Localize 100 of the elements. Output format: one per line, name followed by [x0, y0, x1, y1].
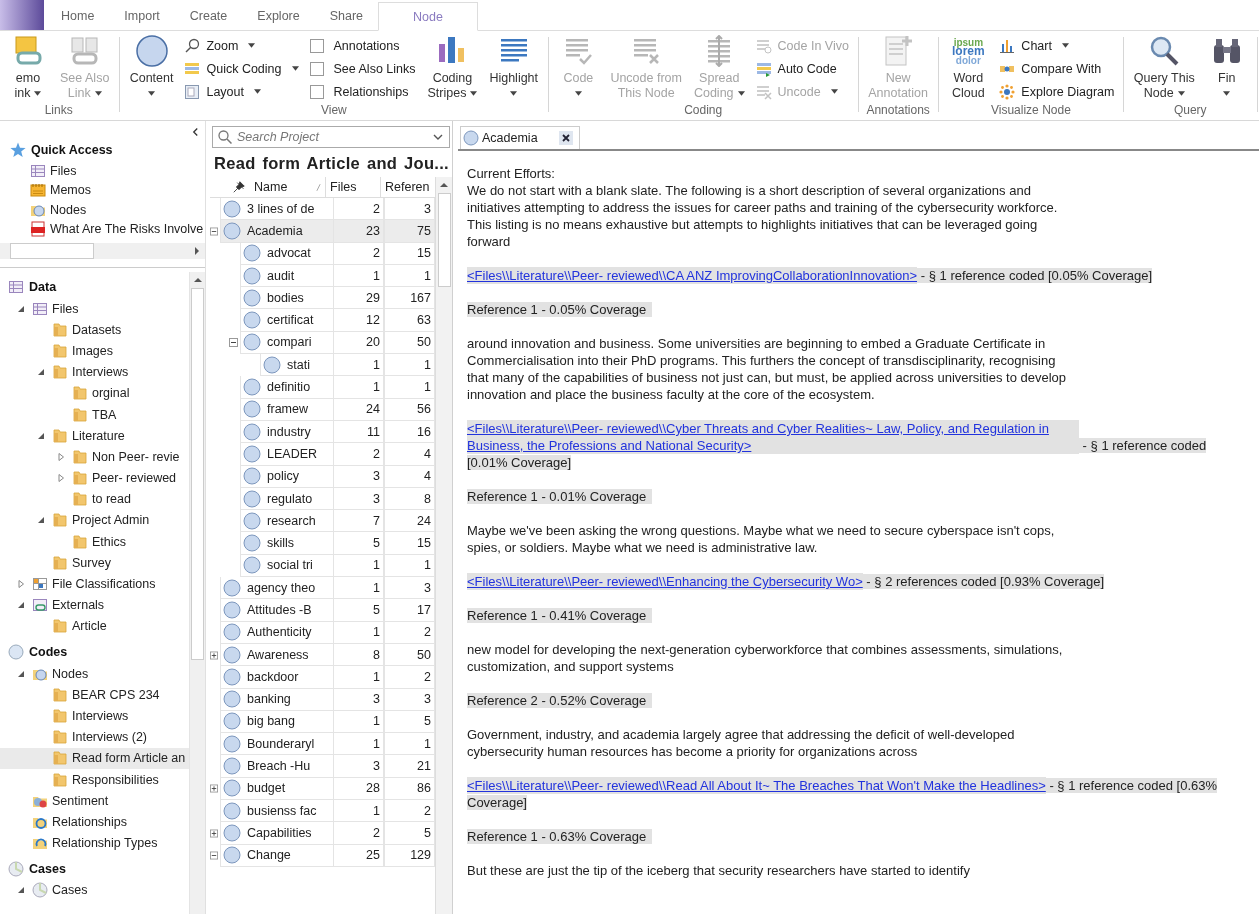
tree-item[interactable]: Interviews	[0, 361, 189, 383]
tree-item[interactable]: Read form Article an	[0, 747, 189, 769]
tree-item[interactable]: Images	[0, 340, 189, 362]
close-icon[interactable]	[558, 131, 573, 145]
tree-item[interactable]: Responsibilities	[0, 768, 189, 791]
checkbox[interactable]	[309, 84, 324, 99]
tree-item[interactable]: Interviews	[0, 705, 189, 727]
node-row[interactable]: bodies 29 167	[210, 287, 435, 310]
source-link[interactable]: <Files\\Literature\\Peer- reviewed\\CA ANZ ImprovingCollaborationInnovation>	[467, 267, 918, 284]
tree-item[interactable]: Ethics	[0, 531, 189, 553]
node-row[interactable]: backdoor 1 2	[210, 666, 435, 689]
tree-item[interactable]: Interviews (2)	[0, 726, 189, 748]
vertical-scrollbar[interactable]	[189, 272, 205, 914]
dropdown-icon[interactable]	[433, 134, 443, 140]
ribbon-button[interactable]: Fin	[1202, 33, 1251, 103]
node-row[interactable]: framew 24 56	[210, 398, 435, 421]
ribbon-button[interactable]: emo ink	[4, 33, 52, 103]
ribbon-button[interactable]: ipsum lorem dolor Word Cloud	[944, 33, 993, 103]
ribbon-button[interactable]: Explore Diagram	[996, 81, 1118, 102]
tree-item[interactable]: Project Admin	[0, 509, 189, 532]
tree-item[interactable]: orginal	[0, 382, 189, 404]
expand-box-icon[interactable]	[210, 650, 218, 660]
ribbon-tab[interactable]: Import	[109, 2, 175, 30]
section-title[interactable]: Codes	[29, 645, 68, 659]
collapsed-arrow-icon[interactable]	[57, 474, 65, 483]
search-field[interactable]: Search Project	[212, 126, 450, 148]
file-tab[interactable]	[0, 0, 44, 30]
column-header[interactable]: Name	[254, 177, 325, 197]
collapsed-arrow-icon[interactable]	[17, 580, 25, 589]
node-row[interactable]: compari 20 50	[210, 331, 435, 355]
tree-item[interactable]: Externals	[0, 594, 189, 616]
horizontal-scrollbar[interactable]	[0, 243, 205, 259]
node-row[interactable]: Attitudes -B 5 17	[210, 599, 435, 622]
node-row[interactable]: agency theo 1 3	[210, 577, 435, 600]
tree-item[interactable]: Sentiment	[0, 790, 189, 812]
ribbon-button[interactable]: Coding Stripes	[423, 33, 482, 103]
expanded-arrow-icon[interactable]	[37, 516, 45, 525]
quick-access-item[interactable]: Nodes	[0, 200, 205, 220]
expanded-arrow-icon[interactable]	[17, 886, 25, 895]
tree-item[interactable]: Survey	[0, 552, 189, 574]
node-row[interactable]: Breach -Hu 3 21	[210, 755, 435, 778]
node-row[interactable]: LEADER 2 4	[210, 443, 435, 466]
ribbon-button[interactable]: Highlight	[485, 33, 543, 103]
node-row[interactable]: big bang 1 5	[210, 710, 435, 734]
ribbon-tab[interactable]: Home	[46, 2, 110, 30]
ribbon-button[interactable]: Chart	[996, 35, 1118, 56]
checkbox[interactable]	[309, 38, 324, 53]
node-row[interactable]: skills 5 15	[210, 532, 435, 555]
scroll-thumb[interactable]	[10, 243, 94, 259]
expanded-arrow-icon[interactable]	[17, 669, 25, 678]
scroll-up-icon[interactable]	[440, 182, 448, 188]
node-row[interactable]: advocat 2 15	[210, 242, 435, 265]
node-row[interactable]: Authenticity 1 2	[210, 621, 435, 644]
pin-icon[interactable]	[232, 180, 246, 194]
node-row[interactable]: definitio 1 1	[210, 376, 435, 399]
node-row[interactable]: Bounderaryl 1 1	[210, 733, 435, 756]
source-link[interactable]: <Files\\Literature\\Peer- reviewed\\Cyber Threats and Cyber Realities~ Law, Policy, and Regulation in Business, the Professions and National Security>	[467, 420, 1079, 454]
node-row[interactable]: Change 25 129	[210, 844, 435, 867]
column-header[interactable]: Files	[325, 177, 380, 197]
tree-item[interactable]: File Classifications	[0, 573, 189, 595]
tree-item[interactable]: Cases	[0, 879, 189, 901]
node-row[interactable]: certificat 12 63	[210, 309, 435, 332]
node-row[interactable]: stati 1 1	[210, 354, 435, 377]
quick-access-item[interactable]: Memos	[0, 180, 205, 200]
source-link[interactable]: <Files\\Literature\\Peer- reviewed\\Enhancing the Cybersecurity Wo>	[467, 573, 863, 590]
ribbon-button[interactable]: Auto Code	[752, 58, 852, 79]
ribbon-tab[interactable]: Node	[378, 2, 478, 31]
node-row[interactable]: busienss fac 1 2	[210, 800, 435, 823]
expand-box-icon[interactable]	[210, 784, 218, 794]
scroll-thumb[interactable]	[437, 193, 451, 287]
tree-item[interactable]: Nodes	[0, 663, 189, 685]
source-link[interactable]: <Files\\Literature\\Peer- reviewed\\Read All About It~ The Breaches That Won't Make the Headlines>	[467, 777, 1046, 794]
node-row[interactable]: Awareness 8 50	[210, 643, 435, 667]
scroll-up-icon[interactable]	[193, 277, 202, 283]
checkbox[interactable]	[309, 61, 324, 76]
quick-access-item[interactable]: What Are The Risks Involve	[0, 219, 205, 239]
tree-item[interactable]: TBA	[0, 403, 189, 426]
collapse-box-icon[interactable]	[229, 338, 238, 348]
ribbon-button[interactable]: Zoom	[181, 35, 302, 56]
expanded-arrow-icon[interactable]	[17, 304, 25, 313]
node-row[interactable]: budget 28 86	[210, 777, 435, 800]
ribbon-button[interactable]: Compare With	[996, 58, 1118, 79]
tree-item[interactable]: Relationship Types	[0, 832, 189, 854]
ribbon-button[interactable]: Layout	[181, 81, 302, 102]
tree-item[interactable]: Datasets	[0, 319, 189, 341]
tree-item[interactable]: Article	[0, 615, 189, 637]
ribbon-button[interactable]: Quick Coding	[181, 58, 302, 79]
collapse-box-icon[interactable]	[210, 226, 218, 236]
ribbon-button[interactable]: Content	[125, 33, 178, 103]
document-tab[interactable]: Academia	[460, 126, 580, 149]
node-row[interactable]: Capabilities 2 5	[210, 822, 435, 845]
tree-item[interactable]: Files	[0, 298, 189, 320]
node-row[interactable]: policy 3 4	[210, 465, 435, 488]
ribbon-tab[interactable]: Create	[174, 2, 243, 30]
tree-item[interactable]: Peer- reviewed	[0, 467, 189, 489]
section-title[interactable]: Cases	[29, 861, 66, 876]
ribbon-tab[interactable]: Share	[314, 2, 379, 30]
ribbon-tab[interactable]: Explore	[242, 2, 315, 30]
collapsed-arrow-icon[interactable]	[57, 452, 65, 461]
expanded-arrow-icon[interactable]	[37, 368, 45, 377]
